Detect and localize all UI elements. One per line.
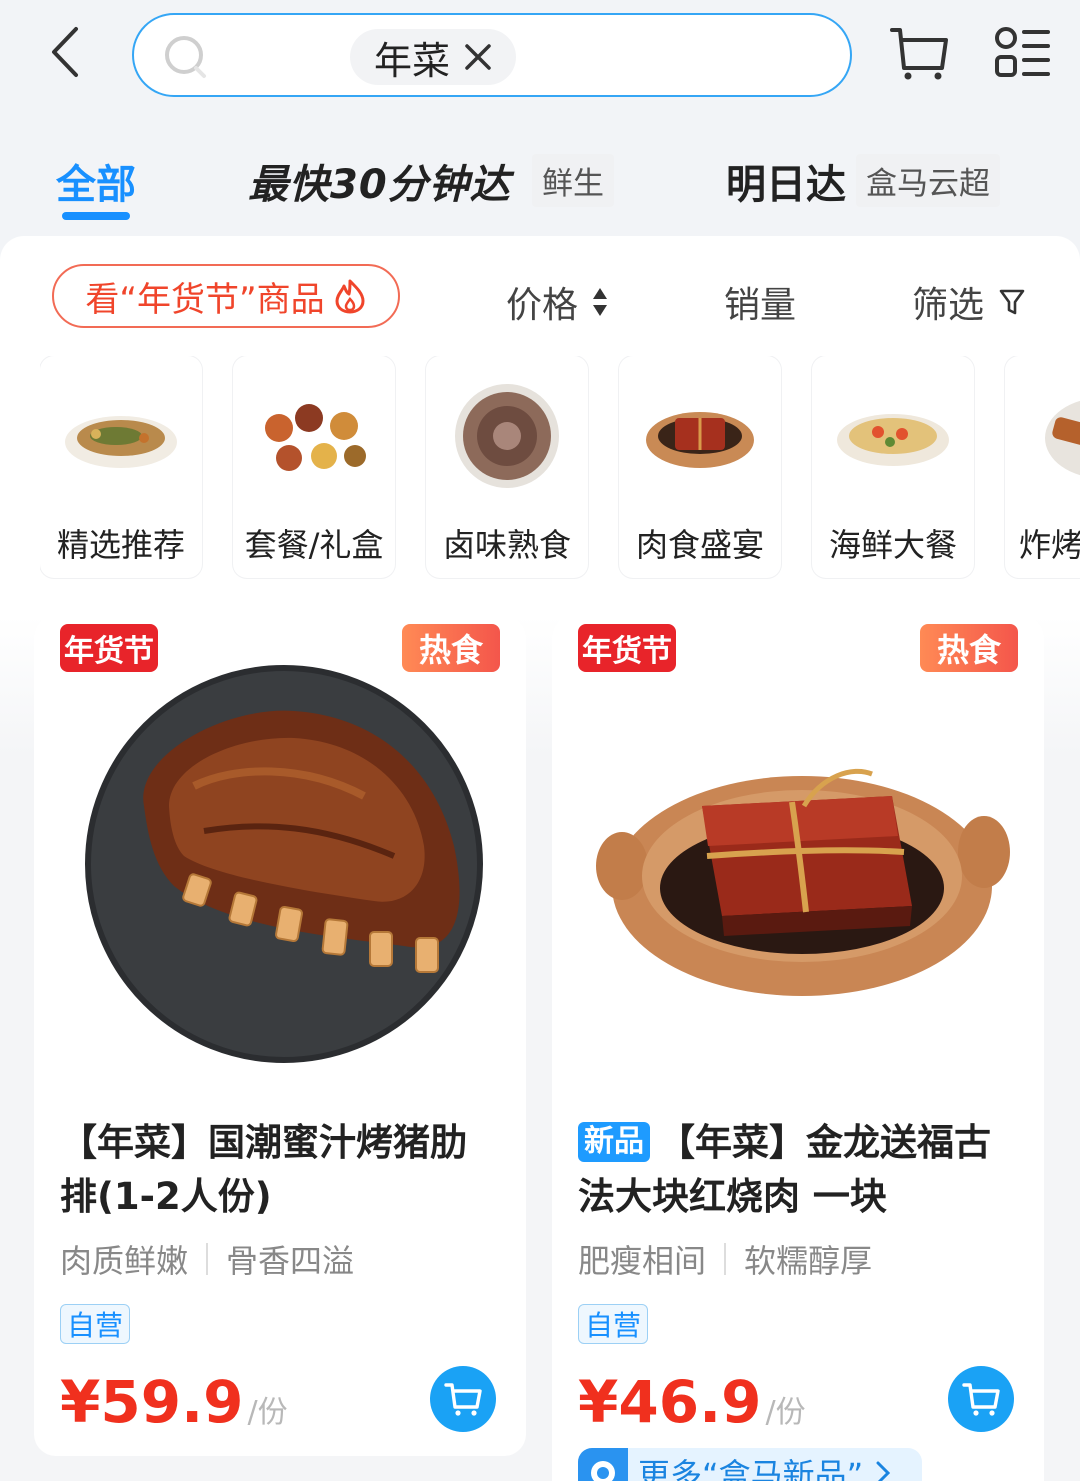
cart-icon <box>962 1383 1000 1416</box>
category-label: 炸烤 <box>1019 526 1080 564</box>
dish-image <box>646 412 754 468</box>
search-keyword-chip[interactable]: 年菜 <box>350 29 517 85</box>
dish-image <box>1045 400 1080 476</box>
product-price: ¥59.9 /份 <box>60 1368 288 1436</box>
product-feature: 软糯醇厚 <box>744 1242 873 1280</box>
cart-icon <box>444 1383 482 1416</box>
product-card[interactable]: 年货节 热食 新品 【年菜】金龙送福古法大块红烧肉 一块 肥瘦相间 软糯醇厚 自营… <box>552 616 1044 1481</box>
search-icon <box>165 36 206 78</box>
close-icon[interactable] <box>464 43 492 71</box>
dish-image <box>837 414 949 466</box>
results-panel: 看“年货节”商品 价格 销量 筛选 精选推荐 套餐/礼盒 卤味熟食 肉食盛宴 海… <box>0 236 1080 1481</box>
category-label: 卤味熟食 <box>442 526 571 564</box>
hema-logo-icon <box>578 1448 628 1481</box>
price-value: ¥46.9 <box>578 1368 762 1436</box>
hot-food-badge: 热食 <box>920 624 1018 672</box>
dish-image <box>65 416 177 468</box>
new-product-badge: 新品 <box>578 1122 650 1162</box>
delivery-tabs: 全部 最快30分钟达 鲜生 明日达 盒马云超 <box>0 130 1080 230</box>
search-keyword: 年菜 <box>374 38 451 83</box>
category-item[interactable]: 精选推荐 <box>40 356 202 578</box>
category-row: 精选推荐 套餐/礼盒 卤味熟食 肉食盛宴 海鲜大餐 炸烤 <box>40 356 1080 580</box>
sort-price-label: 价格 <box>506 285 579 326</box>
category-item[interactable]: 肉食盛宴 <box>619 356 781 578</box>
product-image-ribs <box>85 665 483 1063</box>
menu-icon[interactable] <box>990 22 1052 84</box>
category-item[interactable]: 套餐/礼盒 <box>233 356 395 578</box>
product-title: 新品 【年菜】金龙送福古法大块红烧肉 一块 <box>578 1116 1018 1224</box>
more-new-products-label: 更多“盒马新品” <box>638 1456 864 1481</box>
dish-image <box>455 384 559 488</box>
product-price: ¥46.9 /份 <box>578 1368 806 1436</box>
festival-badge: 年货节 <box>578 624 676 672</box>
product-card[interactable]: 年货节 热食 【年菜】国潮蜜汁烤猪肋排(1-2人份) 肉质鲜嫩 骨香四溢 自营 … <box>34 616 526 1456</box>
search-input[interactable]: 年菜 <box>132 13 852 97</box>
chevron-right-icon <box>876 1461 891 1481</box>
self-operated-tag: 自营 <box>60 1304 131 1344</box>
price-value: ¥59.9 <box>60 1368 244 1436</box>
top-bar: 年菜 <box>0 0 1080 110</box>
category-item[interactable]: 卤味熟食 <box>426 356 588 578</box>
add-to-cart-button[interactable] <box>430 1366 496 1432</box>
product-features: 肥瘦相间 软糯醇厚 <box>578 1236 872 1282</box>
add-to-cart-button[interactable] <box>948 1366 1014 1432</box>
product-title: 【年菜】国潮蜜汁烤猪肋排(1-2人份) <box>60 1121 467 1218</box>
price-unit: /份 <box>765 1395 806 1430</box>
tab-tomorrow-delivery[interactable]: 明日达 <box>726 152 846 210</box>
product-features: 肉质鲜嫩 骨香四溢 <box>60 1236 354 1282</box>
feature-divider <box>206 1243 209 1275</box>
price-unit: /份 <box>247 1395 288 1430</box>
tab-fast-tag: 鲜生 <box>532 154 614 207</box>
festival-promo-label: 看“年货节”商品 <box>85 279 325 320</box>
product-feature: 肥瘦相间 <box>578 1242 707 1280</box>
cart-icon[interactable] <box>888 22 950 84</box>
festival-promo-button[interactable]: 看“年货节”商品 <box>52 264 400 328</box>
tab-fast-delivery[interactable]: 最快30分钟达 <box>248 152 511 210</box>
back-icon[interactable] <box>40 22 90 82</box>
category-label: 套餐/礼盒 <box>244 526 384 564</box>
dish-image <box>265 404 366 471</box>
category-item[interactable]: 炸烤 <box>1005 356 1080 578</box>
filter-button[interactable]: 筛选 <box>912 276 1026 328</box>
product-feature: 肉质鲜嫩 <box>60 1242 189 1280</box>
category-label: 海鲜大餐 <box>828 526 957 564</box>
category-label: 精选推荐 <box>56 526 185 564</box>
sort-sales-label: 销量 <box>724 285 797 326</box>
hot-food-badge: 热食 <box>402 624 500 672</box>
filter-label: 筛选 <box>912 285 985 326</box>
flame-icon <box>335 279 365 314</box>
category-item[interactable]: 海鲜大餐 <box>812 356 974 578</box>
tab-tomorrow-tag: 盒马云超 <box>856 154 1000 207</box>
more-new-products-link[interactable]: 更多“盒马新品” <box>578 1448 922 1481</box>
product-image-braised-pork <box>596 768 1010 996</box>
tab-active-indicator <box>62 212 130 220</box>
sort-price[interactable]: 价格 <box>506 276 608 328</box>
sort-sales[interactable]: 销量 <box>724 276 796 328</box>
filter-icon <box>999 289 1025 315</box>
sort-arrows-icon <box>593 288 608 316</box>
feature-divider <box>724 1243 727 1275</box>
tab-all[interactable]: 全部 <box>56 152 136 210</box>
self-operated-tag: 自营 <box>578 1304 649 1344</box>
product-feature: 骨香四溢 <box>226 1242 355 1280</box>
festival-badge: 年货节 <box>60 624 158 672</box>
category-label: 肉食盛宴 <box>635 526 764 564</box>
